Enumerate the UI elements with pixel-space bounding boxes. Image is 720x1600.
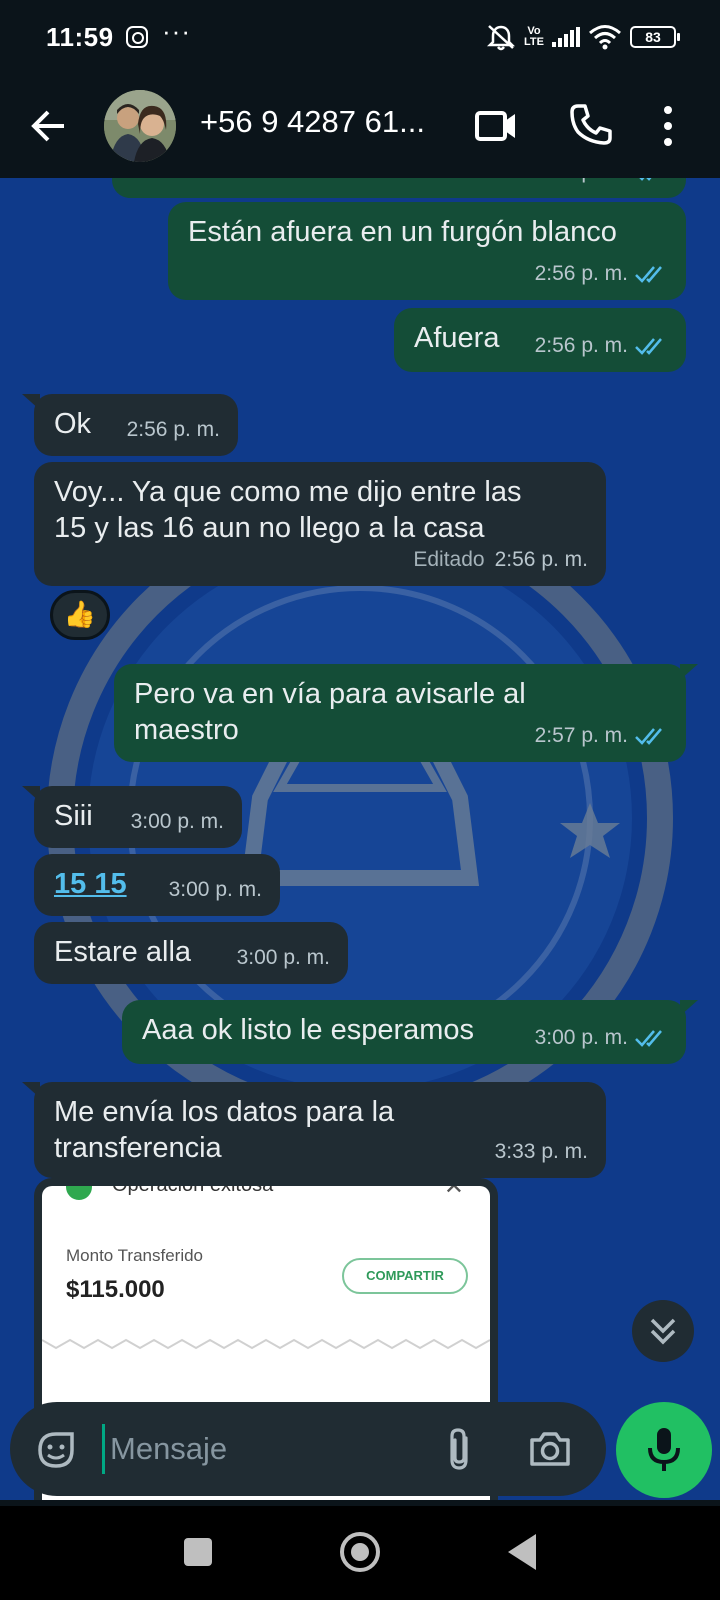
message-text: Aaa ok listo le esperamos [142,1014,475,1046]
message-time: 3:00 p. m. [534,1026,628,1049]
status-time: 11:59 [46,22,114,52]
edited-label: Editado [413,548,485,571]
volte-indicator: Vo LTE [524,25,544,48]
message-incoming[interactable]: Ok 2:56 p. m. [22,394,238,456]
message-time: 3:00 p. m. [130,810,224,833]
reaction-thumbs-up[interactable]: 👍 [50,590,110,640]
voice-record-button[interactable] [616,1402,712,1498]
wifi-icon [589,25,621,50]
camera-icon[interactable] [528,1428,572,1468]
message-text: Estare alla [54,936,192,968]
signal-icon [552,27,580,47]
receipt-edge [42,1338,490,1350]
sticker-icon[interactable] [34,1428,78,1472]
read-ticks-icon [635,266,662,283]
message-input[interactable] [110,1420,420,1478]
video-call-icon[interactable] [474,106,518,146]
message-incoming[interactable]: 15 15 3:00 p. m. [34,854,280,916]
read-ticks-icon [635,728,662,745]
message-text: Están afuera en un furgón blanco [188,216,617,248]
nav-back-icon[interactable] [508,1534,536,1570]
message-text: Afuera [414,322,500,354]
message-text-line: transferencia [54,1132,222,1164]
read-ticks-icon [635,338,662,355]
more-notifications-icon: ··· [162,16,191,46]
message-composer [10,1402,606,1496]
close-icon: ✕ [443,1186,464,1200]
instagram-icon [126,26,148,48]
message-incoming[interactable]: Siii 3:00 p. m. [22,786,242,848]
receipt-title: Operación exitosa [112,1186,273,1197]
message-time: 2:56 p. m. [534,262,628,285]
message-time: 3:33 p. m. [494,1140,588,1163]
text-caret [102,1424,105,1474]
muted-bell-icon [487,25,516,51]
message-outgoing[interactable]: 2:55 p. m. [112,178,686,198]
message-text-line: Pero va en vía para avisarle al [134,678,526,710]
attach-icon[interactable] [444,1426,474,1472]
message-text-line: Voy... Ya que como me dijo entre las [54,476,522,508]
more-options-icon[interactable] [660,104,676,148]
status-icons: Vo LTE 83 [486,22,680,52]
message-outgoing[interactable]: Están afuera en un furgón blanco 2:56 p.… [168,202,686,300]
read-ticks-icon [639,178,652,181]
message-incoming[interactable]: Voy... Ya que como me dijo entre las 15 … [34,462,606,586]
double-chevron-down-icon [650,1318,676,1345]
message-text-line: 15 y las 16 aun no llego a la casa [54,512,485,544]
message-link[interactable]: 15 15 [54,866,127,902]
chat-header: +56 9 4287 61... [0,76,720,178]
amount-label: Monto Transferido [66,1246,204,1265]
voice-call-icon[interactable] [568,102,614,148]
recent-apps-icon[interactable] [184,1538,212,1566]
message-text-line: maestro [134,714,239,746]
message-incoming[interactable]: Me envía los datos para la transferencia… [22,1082,606,1178]
contact-avatar[interactable] [104,90,176,162]
battery-indicator: 83 [630,26,680,48]
amount-value: $115.000 [66,1276,165,1303]
message-text-line: Me envía los datos para la [54,1096,395,1128]
system-nav-bar [0,1506,720,1600]
message-time: 3:00 p. m. [168,878,262,901]
message-time: 2:56 p. m. [126,418,220,441]
message-time: 3:00 p. m. [236,946,330,969]
message-outgoing[interactable]: Aaa ok listo le esperamos 3:00 p. m. [122,1000,698,1064]
message-time: 2:57 p. m. [534,724,628,747]
message-text: Siii [54,800,93,832]
check-icon [66,1186,92,1200]
share-label: COMPARTIR [342,1258,468,1294]
message-incoming[interactable]: Estare alla 3:00 p. m. [34,922,348,984]
contact-title[interactable]: +56 9 4287 61... [200,104,440,140]
message-outgoing[interactable]: Pero va en vía para avisarle al maestro … [114,664,698,762]
message-time: 2:56 p. m. [494,548,588,571]
message-time: 2:55 p. m. [535,178,628,190]
scroll-to-bottom-button[interactable] [632,1300,694,1362]
read-ticks-icon [635,1030,662,1047]
message-time: 2:56 p. m. [534,334,628,357]
message-outgoing[interactable]: Afuera 2:56 p. m. [394,308,686,372]
microphone-icon [648,1428,680,1471]
back-arrow-icon[interactable] [28,106,68,146]
chat-area[interactable]: 2:55 p. m. Están afuera en un furgón bla… [0,178,720,1500]
home-icon[interactable] [340,1532,380,1572]
status-bar: 11:59 ··· Vo LTE 83 [0,0,720,76]
message-text: Ok [54,408,92,440]
